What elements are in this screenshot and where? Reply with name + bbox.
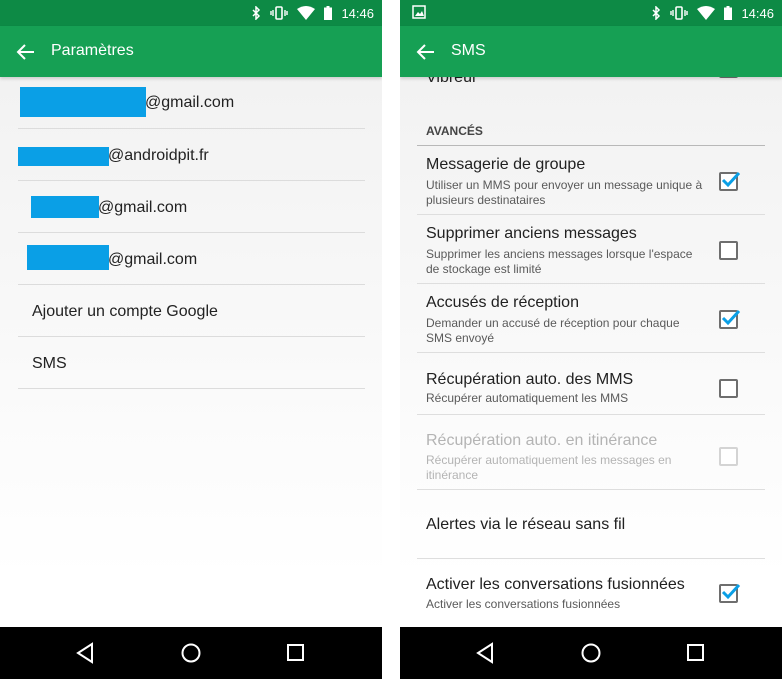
pref-summary: Demander un accusé de réception pour cha… (426, 316, 680, 345)
settings-list[interactable]: Vibreur AVANCÉS Messagerie de groupe Uti… (400, 77, 782, 627)
checkmark-icon (721, 309, 741, 326)
pref-title: Récupération auto. des MMS (426, 371, 634, 388)
clock: 14:46 (741, 5, 774, 21)
pref-checkbox[interactable] (719, 309, 741, 329)
pref-checkbox[interactable] (719, 583, 741, 603)
navigation-bar (400, 627, 782, 679)
back-arrow-icon[interactable] (14, 40, 38, 64)
nav-recents-icon[interactable] (686, 643, 706, 663)
pref-title: Alertes via le réseau sans fil (426, 516, 626, 533)
left-screen: 14:46 Paramètres @gmail.com @androidpit.… (0, 0, 382, 679)
back-arrow-icon[interactable] (414, 40, 438, 64)
redacted-username (27, 245, 109, 270)
clock: 14:46 (341, 5, 374, 21)
sms-label: SMS (32, 355, 67, 372)
bluetooth-icon (652, 6, 661, 20)
pref-title: Accusés de réception (426, 294, 579, 311)
pref-vibrate[interactable]: Vibreur (417, 77, 765, 87)
account-domain: @gmail.com (108, 251, 198, 268)
battery-icon (324, 6, 333, 20)
add-google-account-item[interactable]: Ajouter un compte Google (18, 285, 365, 337)
pref-summary: Supprimer les anciens messages lorsque l… (426, 247, 693, 276)
account-item[interactable]: @gmail.com (18, 77, 365, 129)
account-domain: @gmail.com (98, 199, 188, 216)
pref-group-messaging[interactable]: Messagerie de groupe Utiliser un MMS pou… (417, 146, 765, 215)
nav-back-icon[interactable] (75, 642, 95, 664)
pref-delete-old-messages[interactable]: Supprimer anciens messages Supprimer les… (417, 215, 765, 284)
pref-checkbox[interactable] (719, 171, 741, 191)
sms-settings-item[interactable]: SMS (18, 337, 365, 389)
status-icons: 14:46 (651, 0, 774, 26)
pref-checkbox[interactable] (719, 241, 738, 260)
checkmark-icon (721, 583, 741, 600)
pref-auto-retrieve-mms[interactable]: Récupération auto. des MMS Récupérer aut… (417, 353, 765, 415)
checkmark-icon (721, 171, 741, 188)
app-bar: Paramètres (0, 26, 382, 77)
app-bar: SMS (400, 26, 782, 77)
battery-icon (724, 6, 733, 20)
right-screen: 14:46 SMS Vibreur AVANCÉS Messagerie de … (400, 0, 782, 679)
pref-title: Récupération auto. en itinérance (426, 432, 658, 449)
pref-title: Vibreur (426, 77, 478, 86)
nav-home-icon[interactable] (180, 642, 202, 664)
redacted-username (20, 87, 146, 117)
pref-checkbox[interactable] (719, 379, 738, 398)
wifi-icon (697, 6, 716, 20)
pref-title: Activer les conversations fusionnées (426, 576, 685, 593)
pref-checkbox[interactable] (719, 77, 738, 78)
accounts-list: @gmail.com @androidpit.fr @gmail.com @gm… (18, 77, 365, 389)
vibrate-icon (670, 6, 689, 20)
pref-summary: Utiliser un MMS pour envoyer un message … (426, 178, 703, 207)
account-domain: @androidpit.fr (108, 147, 209, 164)
vibrate-icon (270, 6, 289, 20)
status-bar: 14:46 (400, 0, 782, 26)
section-header: AVANCÉS (426, 124, 483, 138)
redacted-username (18, 147, 109, 166)
pref-merged-conversations[interactable]: Activer les conversations fusionnées Act… (417, 559, 765, 627)
pref-delivery-reports[interactable]: Accusés de réception Demander un accusé … (417, 284, 765, 353)
image-notification-icon (412, 5, 426, 19)
navigation-bar (0, 627, 382, 679)
pref-summary: Récupérer automatiquement les MMS (426, 391, 629, 405)
pref-title: Supprimer anciens messages (426, 225, 637, 242)
nav-back-icon[interactable] (475, 642, 495, 664)
status-bar: 14:46 (0, 0, 382, 26)
pref-roaming-auto-retrieve: Récupération auto. en itinérance Récupér… (417, 415, 765, 490)
account-item[interactable]: @androidpit.fr (18, 129, 365, 181)
wifi-icon (297, 6, 316, 20)
pref-wireless-alerts[interactable]: Alertes via le réseau sans fil (417, 490, 765, 559)
account-domain: @gmail.com (145, 94, 235, 111)
account-item[interactable]: @gmail.com (18, 233, 365, 285)
redacted-username (31, 196, 99, 218)
account-item[interactable]: @gmail.com (18, 181, 365, 233)
status-icons: 14:46 (251, 0, 374, 26)
nav-recents-icon[interactable] (286, 643, 306, 663)
add-google-account-label: Ajouter un compte Google (32, 303, 218, 320)
page-title: SMS (451, 42, 486, 59)
pref-checkbox (719, 447, 738, 466)
page-title: Paramètres (51, 42, 134, 59)
pref-summary: Activer les conversations fusionnées (426, 597, 621, 611)
pref-summary: Récupérer automatiquement les messages e… (426, 453, 672, 482)
pref-title: Messagerie de groupe (426, 156, 586, 173)
bluetooth-icon (252, 6, 261, 20)
nav-home-icon[interactable] (580, 642, 602, 664)
